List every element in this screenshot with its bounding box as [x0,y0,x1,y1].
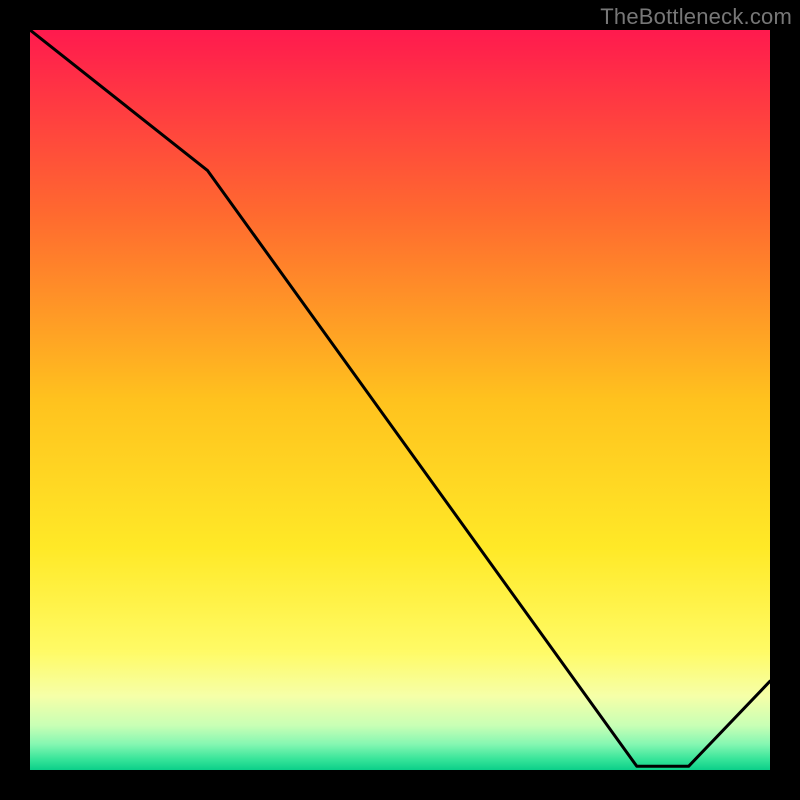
attribution-label: TheBottleneck.com [600,4,792,30]
plot-area [30,30,770,770]
gradient-background [30,30,770,770]
chart-stage: TheBottleneck.com [0,0,800,800]
chart-svg [30,30,770,770]
